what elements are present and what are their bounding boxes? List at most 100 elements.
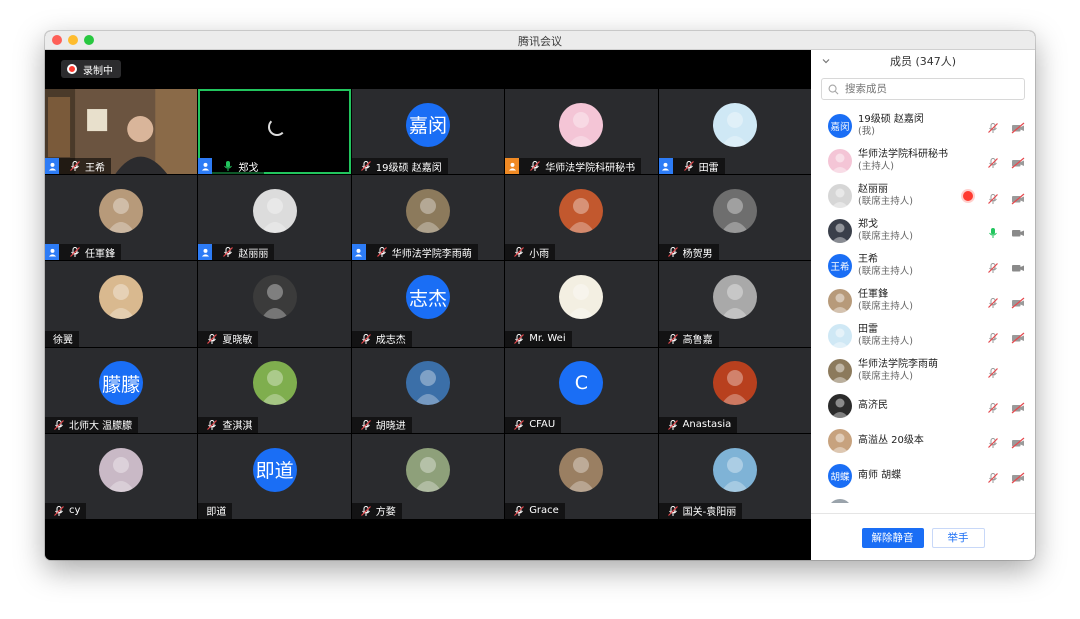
microphone-muted-icon[interactable] bbox=[987, 294, 1001, 308]
video-tile[interactable]: 高鲁嘉 bbox=[658, 261, 811, 347]
microphone-on-icon bbox=[222, 160, 234, 172]
video-tile[interactable]: 田雷 bbox=[658, 89, 811, 175]
camera-off-icon[interactable] bbox=[1011, 469, 1025, 484]
member-row[interactable]: 嘉闵 19级硕 赵嘉闵 (我) bbox=[811, 108, 1035, 143]
camera-off-icon[interactable] bbox=[1011, 190, 1025, 205]
video-tile[interactable]: 王希 bbox=[45, 89, 198, 175]
microphone-muted-icon[interactable] bbox=[987, 154, 1001, 168]
member-row[interactable]: 郑戈 (联席主持人) bbox=[811, 213, 1035, 248]
member-role: (联席主持人) bbox=[858, 230, 913, 242]
host-icon bbox=[658, 158, 673, 175]
member-row[interactable]: 任軍鋒 (联席主持人) bbox=[811, 283, 1035, 318]
raise-hand-button[interactable]: 举手 bbox=[931, 527, 985, 548]
avatar bbox=[559, 102, 604, 147]
member-name: 郑戈 bbox=[858, 218, 878, 230]
video-tile[interactable]: 胡晓进 bbox=[351, 347, 505, 433]
record-icon bbox=[67, 64, 77, 74]
avatar bbox=[712, 361, 757, 406]
video-tile[interactable]: 小雨 bbox=[505, 175, 658, 261]
avatar bbox=[559, 275, 604, 320]
video-tile[interactable]: 嘉闵 19级硕 赵嘉闵 bbox=[351, 89, 505, 175]
avatar bbox=[559, 447, 604, 492]
camera-on-icon[interactable] bbox=[1011, 224, 1025, 237]
microphone-muted-icon bbox=[376, 246, 388, 258]
microphone-muted-icon[interactable] bbox=[987, 119, 1001, 133]
unmute-button[interactable]: 解除静音 bbox=[861, 527, 924, 548]
camera-off-icon[interactable] bbox=[1011, 294, 1025, 309]
video-tile[interactable]: 华师法学院科研秘书 bbox=[505, 89, 658, 175]
microphone-muted-icon bbox=[360, 505, 372, 517]
microphone-on-icon[interactable] bbox=[987, 224, 1001, 238]
camera-off-icon[interactable] bbox=[1011, 434, 1025, 449]
member-row[interactable]: 高济民 bbox=[811, 388, 1035, 423]
member-name: 王希 bbox=[858, 253, 878, 265]
member-list[interactable]: 嘉闵 19级硕 赵嘉闵 (我) 华师法学院科研秘书 (主持人) 赵丽丽 (联席主持人) 郑戈(… bbox=[811, 108, 1035, 503]
microphone-muted-icon[interactable] bbox=[987, 434, 1001, 448]
recording-badge[interactable]: 录制中 bbox=[61, 60, 121, 78]
video-tile[interactable]: cy bbox=[45, 433, 198, 519]
video-tile[interactable]: Anastasia bbox=[658, 347, 811, 433]
video-tile[interactable]: 志杰成志杰 bbox=[351, 261, 505, 347]
microphone-muted-icon[interactable] bbox=[987, 364, 1001, 378]
participant-label: 夏晓敏 bbox=[198, 330, 259, 347]
microphone-muted-icon bbox=[667, 505, 679, 517]
video-tile[interactable]: C CFAU bbox=[505, 347, 658, 433]
microphone-muted-icon[interactable] bbox=[987, 399, 1001, 413]
video-tile[interactable]: 杨贺男 bbox=[658, 175, 811, 261]
member-row[interactable]: 华师法学院李雨萌 (联席主持人) bbox=[811, 353, 1035, 388]
member-row[interactable]: 孙意阳 bbox=[811, 493, 1035, 503]
chevron-down-icon[interactable] bbox=[821, 56, 831, 66]
camera-off-icon[interactable] bbox=[1011, 119, 1025, 134]
avatar: 志杰 bbox=[405, 275, 450, 320]
microphone-muted-icon[interactable] bbox=[987, 329, 1001, 343]
microphone-muted-icon bbox=[360, 419, 372, 431]
camera-on-icon[interactable] bbox=[1011, 259, 1025, 272]
participant-name: 北师大 温朦朦 bbox=[69, 421, 133, 433]
participant-label: 查淇淇 bbox=[198, 416, 259, 433]
member-avatar bbox=[828, 148, 852, 173]
member-search-input[interactable] bbox=[843, 82, 1017, 96]
member-row[interactable]: 王希 王希 (联席主持人) bbox=[811, 248, 1035, 283]
avatar bbox=[559, 188, 604, 233]
member-row[interactable]: 胡蝶 南师 胡蝶 bbox=[811, 458, 1035, 493]
member-status-icons bbox=[977, 224, 1025, 238]
members-panel: 成员 (347人) 嘉闵19级硕 赵嘉闵(我)华师法学院科研秘书(主持人)赵丽丽… bbox=[811, 50, 1035, 560]
camera-off-icon[interactable] bbox=[1011, 154, 1025, 169]
microphone-muted-icon bbox=[206, 419, 218, 431]
participant-label: 成志杰 bbox=[351, 330, 412, 347]
host-icon bbox=[45, 244, 59, 261]
participant-name: 小雨 bbox=[529, 248, 550, 260]
member-search-box[interactable] bbox=[821, 78, 1025, 100]
video-tile[interactable]: 朦朦 北师大 温朦朦 bbox=[45, 347, 198, 433]
member-row[interactable]: 赵丽丽 (联席主持人) bbox=[811, 178, 1035, 213]
video-tile[interactable]: Mr. Wei bbox=[505, 261, 658, 347]
member-row[interactable]: 高溢丛 20级本 bbox=[811, 423, 1035, 458]
microphone-muted-icon[interactable] bbox=[987, 259, 1001, 273]
avatar bbox=[712, 188, 757, 233]
participant-name: 成志杰 bbox=[375, 335, 406, 347]
microphone-muted-icon bbox=[513, 505, 525, 517]
video-tile[interactable]: 国关-袁阳丽 bbox=[658, 433, 811, 519]
member-row[interactable]: 华师法学院科研秘书 (主持人) bbox=[811, 143, 1035, 178]
video-tile[interactable]: 方婺 bbox=[351, 433, 505, 519]
participant-name: 胡晓进 bbox=[375, 421, 406, 433]
video-tile[interactable]: 郑戈 bbox=[198, 89, 351, 175]
video-tile[interactable]: Grace bbox=[505, 433, 658, 519]
video-tile[interactable]: 任軍鋒 bbox=[45, 175, 198, 261]
member-name: 华师法学院李雨萌 bbox=[858, 358, 938, 370]
camera-off-icon[interactable] bbox=[1011, 329, 1025, 344]
video-tile[interactable]: 徐翼 bbox=[45, 261, 198, 347]
video-tile[interactable]: 夏晓敏 bbox=[198, 261, 351, 347]
participant-name: 郑戈 bbox=[238, 162, 259, 174]
video-tile[interactable]: 查淇淇 bbox=[198, 347, 351, 433]
video-tile[interactable]: 即道 即道 bbox=[198, 433, 351, 519]
member-role: (联席主持人) bbox=[858, 265, 913, 277]
camera-off-icon[interactable] bbox=[1011, 399, 1025, 414]
video-tile[interactable]: 赵丽丽 bbox=[198, 175, 351, 261]
microphone-muted-icon[interactable] bbox=[987, 469, 1001, 483]
member-info: 南师 胡蝶 bbox=[858, 470, 901, 482]
member-role: (联席主持人) bbox=[858, 335, 913, 347]
microphone-muted-icon[interactable] bbox=[987, 190, 1001, 204]
member-row[interactable]: 田雷 (联席主持人) bbox=[811, 318, 1035, 353]
video-tile[interactable]: 华师法学院李雨萌 bbox=[351, 175, 505, 261]
